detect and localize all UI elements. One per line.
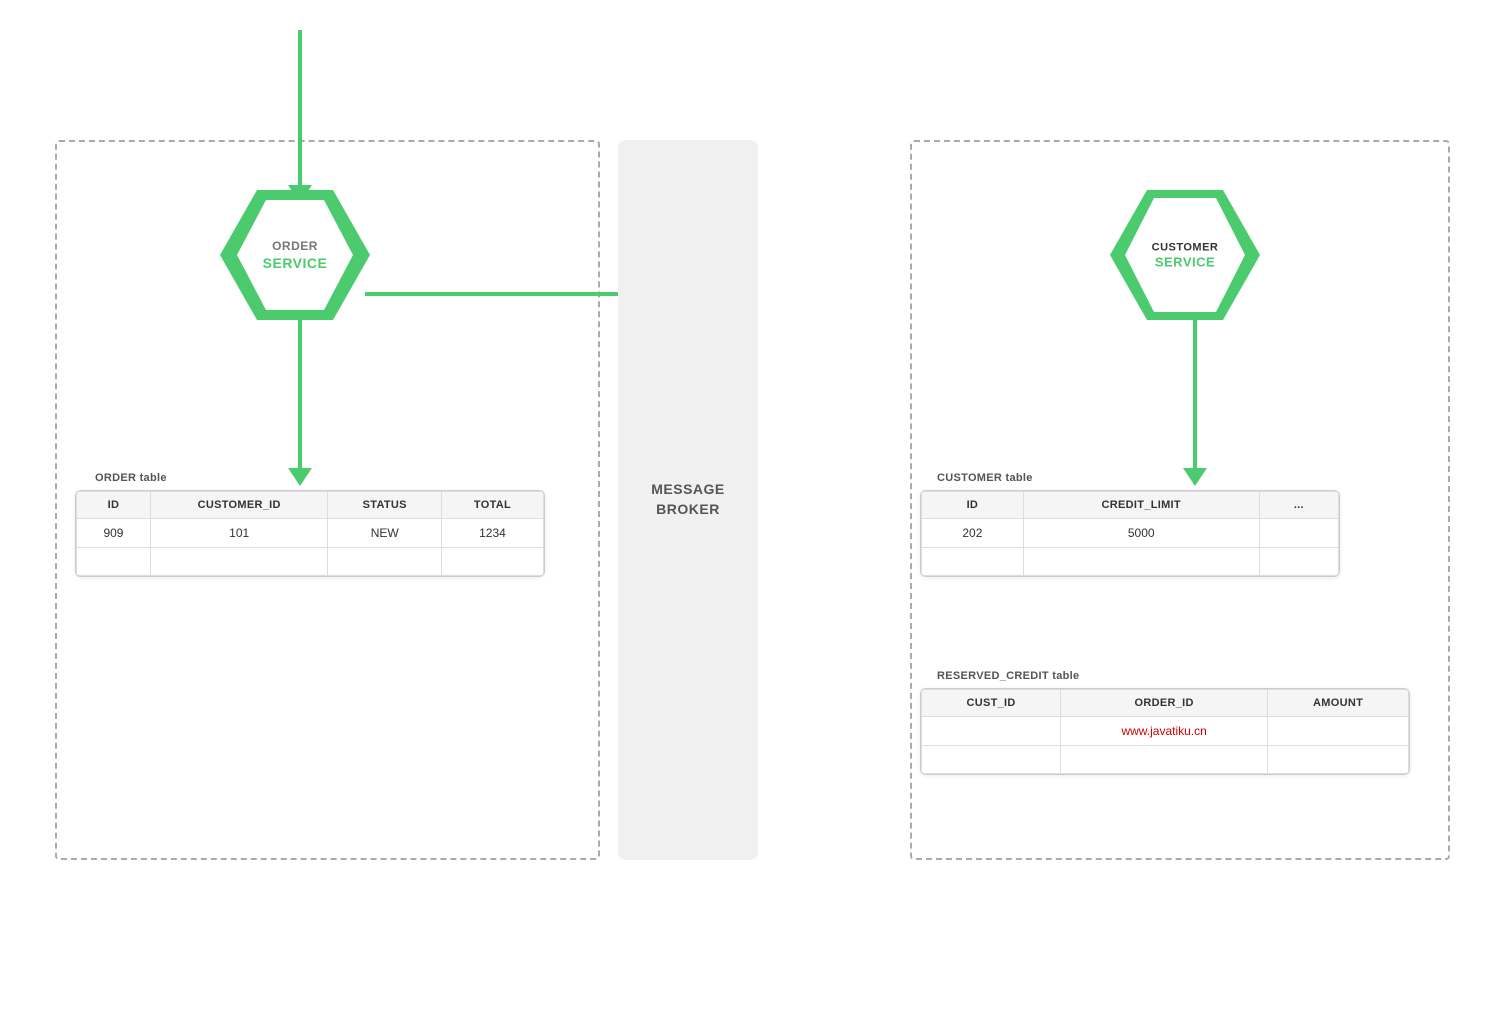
order-row2-customer-id bbox=[150, 548, 328, 576]
rc-row1-order-id: www.javatiku.cn bbox=[1061, 717, 1268, 746]
rc-row2-amount bbox=[1268, 746, 1409, 774]
customer-table-label: CUSTOMER table bbox=[937, 472, 1033, 484]
rc-row1-cust-id bbox=[922, 717, 1061, 746]
customer-service-label-bottom: SERVICE bbox=[1152, 255, 1219, 270]
order-row1-status: NEW bbox=[328, 519, 442, 548]
order-service-label-bottom: SERVICE bbox=[263, 255, 328, 271]
order-to-broker-arrow bbox=[365, 282, 638, 306]
order-row1-total: 1234 bbox=[441, 519, 543, 548]
order-row2-total bbox=[441, 548, 543, 576]
reserved-credit-table: CUST_ID ORDER_ID AMOUNT www.javatiku.cn bbox=[920, 688, 1410, 775]
order-col-customer-id: CUSTOMER_ID bbox=[150, 492, 328, 519]
cust-row1-id: 202 bbox=[922, 519, 1024, 548]
order-row2-id bbox=[77, 548, 151, 576]
table-row bbox=[77, 548, 544, 576]
order-table-label: ORDER table bbox=[95, 472, 167, 484]
rc-col-amount: AMOUNT bbox=[1268, 690, 1409, 717]
diagram-canvas: ORDER SERVICE ORDER table ID CUSTOMER_ID… bbox=[0, 0, 1500, 1025]
rc-col-cust-id: CUST_ID bbox=[922, 690, 1061, 717]
message-broker: MESSAGEBROKER bbox=[618, 140, 758, 860]
table-row bbox=[922, 746, 1409, 774]
rc-row2-cust-id bbox=[922, 746, 1061, 774]
customer-service-label-top: CUSTOMER bbox=[1152, 240, 1219, 254]
order-service-icon: ORDER SERVICE bbox=[215, 185, 375, 325]
cust-row2-credit-limit bbox=[1023, 548, 1259, 576]
cust-col-more: ... bbox=[1259, 492, 1338, 519]
order-col-id: ID bbox=[77, 492, 151, 519]
rc-col-order-id: ORDER_ID bbox=[1061, 690, 1268, 717]
cust-row2-more bbox=[1259, 548, 1338, 576]
customer-table: ID CREDIT_LIMIT ... 202 5000 bbox=[920, 490, 1340, 577]
order-table: ID CUSTOMER_ID STATUS TOTAL 909 101 NEW … bbox=[75, 490, 545, 577]
cust-row2-id bbox=[922, 548, 1024, 576]
table-row: 909 101 NEW 1234 bbox=[77, 519, 544, 548]
table-row bbox=[922, 548, 1339, 576]
reserved-credit-table-label: RESERVED_CREDIT table bbox=[937, 670, 1079, 682]
cust-col-credit-limit: CREDIT_LIMIT bbox=[1023, 492, 1259, 519]
cust-row1-more bbox=[1259, 519, 1338, 548]
cust-col-id: ID bbox=[922, 492, 1024, 519]
order-row1-id: 909 bbox=[77, 519, 151, 548]
table-row: 202 5000 bbox=[922, 519, 1339, 548]
customer-service-icon: CUSTOMER SERVICE bbox=[1105, 185, 1265, 325]
cust-row1-credit-limit: 5000 bbox=[1023, 519, 1259, 548]
top-arrow-order bbox=[288, 30, 312, 203]
order-col-total: TOTAL bbox=[441, 492, 543, 519]
order-service-label-top: ORDER bbox=[263, 239, 328, 255]
table-row: www.javatiku.cn bbox=[922, 717, 1409, 746]
rc-row1-amount bbox=[1268, 717, 1409, 746]
rc-row2-order-id bbox=[1061, 746, 1268, 774]
order-row2-status bbox=[328, 548, 442, 576]
order-col-status: STATUS bbox=[328, 492, 442, 519]
order-row1-customer-id: 101 bbox=[150, 519, 328, 548]
order-to-table-arrow bbox=[288, 318, 312, 486]
broker-label: MESSAGEBROKER bbox=[651, 480, 725, 519]
customer-to-table-arrow bbox=[1183, 318, 1207, 486]
